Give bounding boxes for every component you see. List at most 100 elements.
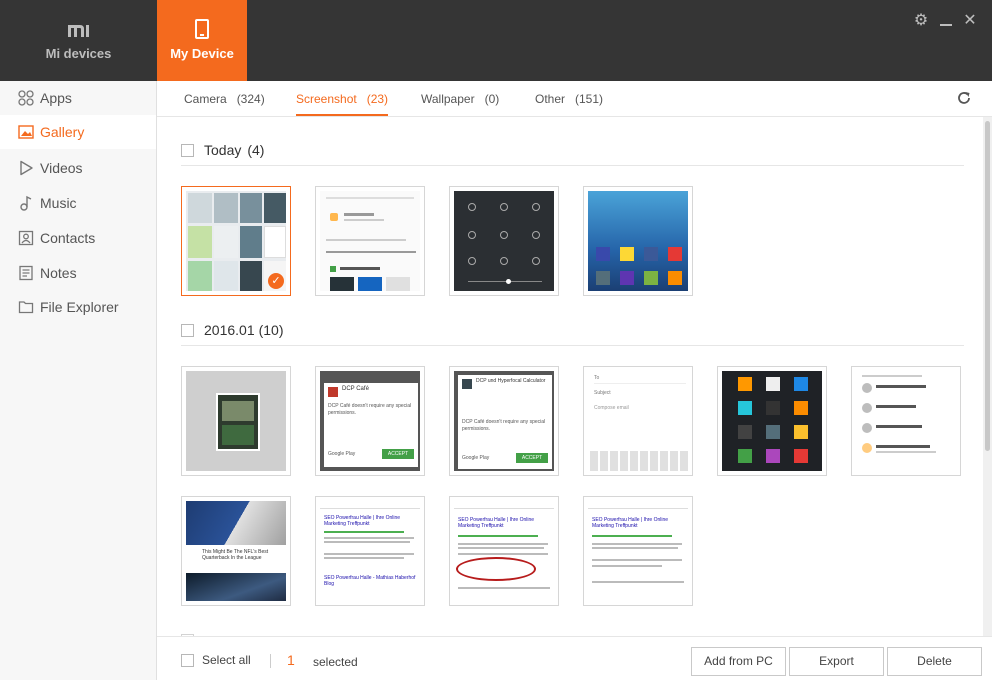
group-checkbox[interactable] <box>181 323 194 337</box>
sidebar-item-videos[interactable]: Videos <box>0 151 156 185</box>
export-button[interactable]: Export <box>789 647 884 676</box>
group-title: Today <box>204 142 242 158</box>
thumbnail-screenshot[interactable]: ✓ <box>181 186 291 296</box>
sidebar-item-file-explorer[interactable]: File Explorer <box>0 290 156 324</box>
thumb-text: SEO Powerfrau Halle | Ihre Online Market… <box>458 517 535 529</box>
top-bar: Mi devices My Device ⚙ ✕ <box>0 0 992 81</box>
thumbnail-screenshot[interactable]: To Subject Compose email <box>583 366 693 476</box>
thumbnail-screenshot[interactable]: DCP und Hyperfocal Calculator DCP Café d… <box>449 366 559 476</box>
selected-check-icon: ✓ <box>268 273 284 289</box>
scrollbar[interactable] <box>983 117 992 636</box>
thumbnail-screenshot[interactable] <box>181 366 291 476</box>
select-all[interactable]: Select all <box>181 653 251 667</box>
tab-camera[interactable]: Camera (324) <box>184 81 265 116</box>
screenshot-image: This Might Be The NFL's Best Quarterback… <box>186 501 286 601</box>
select-all-checkbox[interactable] <box>181 653 194 667</box>
phone-icon <box>195 19 209 39</box>
tab-my-device-label: My Device <box>170 46 234 61</box>
delete-button[interactable]: Delete <box>887 647 982 676</box>
selected-count: 1 <box>287 652 295 668</box>
screenshot-image <box>186 371 286 471</box>
divider <box>181 165 964 166</box>
thumbnail-screenshot[interactable] <box>583 186 693 296</box>
thumbnail-screenshot[interactable]: DCP Café DCP Café doesn't require any sp… <box>315 366 425 476</box>
refresh-icon[interactable] <box>956 90 972 106</box>
group-count: (10) <box>258 322 284 338</box>
sidebar-item-label: Music <box>40 195 77 211</box>
screenshot-image: DCP Café DCP Café doesn't require any sp… <box>320 371 420 471</box>
music-note-icon <box>18 195 34 211</box>
divider <box>270 654 271 668</box>
tab-screenshot[interactable]: Screenshot (23) <box>296 81 389 116</box>
sidebar-item-apps[interactable]: Apps <box>0 81 156 115</box>
screenshot-image: To Subject Compose email <box>588 371 688 471</box>
group-header-today: Today (4) <box>181 138 264 162</box>
thumb-text: Compose email <box>594 405 629 411</box>
selected-label: selected <box>313 655 358 669</box>
screenshot-image: SEO Powerfrau Halle | Ihre Online Market… <box>588 501 688 601</box>
thumb-text: To <box>594 375 600 381</box>
thumb-text: Google Play <box>328 451 356 457</box>
thumb-text: Google Play <box>462 455 490 461</box>
thumb-text: This Might Be The NFL's Best Quarterback… <box>202 549 269 561</box>
thumbnail-screenshot[interactable] <box>449 186 559 296</box>
tab-my-device[interactable]: My Device <box>157 0 247 81</box>
screenshot-image <box>320 191 420 291</box>
tab-label: Wallpaper <box>421 92 475 106</box>
sidebar-item-label: Apps <box>40 90 72 106</box>
thumb-text: DCP Café doesn't require any special per… <box>328 403 412 416</box>
sidebar-item-contacts[interactable]: Contacts <box>0 221 156 255</box>
screenshot-image <box>588 191 688 291</box>
screenshot-image: SEO Powerfrau Halle | Ihre Online Market… <box>320 501 420 601</box>
tab-count: (23) <box>366 92 389 106</box>
folder-icon <box>18 299 34 315</box>
close-icon[interactable]: ✕ <box>961 12 979 30</box>
select-all-label: Select all <box>202 653 251 667</box>
sidebar-item-label: Contacts <box>40 230 96 246</box>
sidebar-item-label: Videos <box>40 160 83 176</box>
bottom-bar: Select all 1 selected Add from PC Export… <box>157 636 992 680</box>
tab-mi-devices-label: Mi devices <box>45 46 112 61</box>
thumb-text: Subject <box>594 390 611 396</box>
thumb-text: ACCEPT <box>382 449 414 459</box>
group-header-2016-01: 2016.01 (10) <box>181 318 284 342</box>
sidebar: Apps Gallery Videos Music Contacts Notes <box>0 81 157 680</box>
thumbnail-screenshot[interactable] <box>315 186 425 296</box>
add-from-pc-button[interactable]: Add from PC <box>691 647 786 676</box>
thumb-text: SEO Powerfrau Halle | Ihre Online Market… <box>324 515 401 527</box>
thumbnail-screenshot[interactable]: SEO Powerfrau Halle | Ihre Online Market… <box>449 496 559 606</box>
filter-tabs: Camera (324) Screenshot (23) Wallpaper (0) … <box>157 81 992 117</box>
thumbnail-screenshot[interactable] <box>851 366 961 476</box>
group-count: (4) <box>247 142 265 158</box>
scrollbar-thumb[interactable] <box>985 121 990 451</box>
sidebar-item-music[interactable]: Music <box>0 186 156 220</box>
play-icon <box>18 160 34 176</box>
thumb-text: DCP Café <box>342 386 369 392</box>
tab-mi-devices[interactable]: Mi devices <box>0 0 157 81</box>
apps-icon <box>18 90 34 106</box>
thumb-text: SEO Powerfrau Halle | Ihre Online Market… <box>592 517 669 529</box>
screenshot-image <box>454 191 554 291</box>
gallery-icon <box>18 124 34 140</box>
mi-logo-icon <box>68 25 89 37</box>
thumbnail-screenshot[interactable] <box>717 366 827 476</box>
tab-count: (151) <box>575 92 604 106</box>
thumb-text: DCP und Hyperfocal Calculator <box>476 378 546 384</box>
contacts-icon <box>18 230 34 246</box>
tab-count: (324) <box>236 92 265 106</box>
tab-other[interactable]: Other (151) <box>535 81 603 116</box>
group-checkbox[interactable] <box>181 143 194 157</box>
thumbnail-screenshot[interactable]: SEO Powerfrau Halle | Ihre Online Market… <box>583 496 693 606</box>
screenshot-image <box>722 371 822 471</box>
sidebar-item-notes[interactable]: Notes <box>0 256 156 290</box>
divider <box>181 345 964 346</box>
thumbnail-screenshot[interactable]: SEO Powerfrau Halle | Ihre Online Market… <box>315 496 425 606</box>
thumbnail-screenshot[interactable]: This Might Be The NFL's Best Quarterback… <box>181 496 291 606</box>
tab-wallpaper[interactable]: Wallpaper (0) <box>421 81 499 116</box>
thumb-text: DCP Café doesn't require any special per… <box>462 419 546 432</box>
settings-gear-icon[interactable]: ⚙ <box>912 12 930 30</box>
minimize-icon[interactable] <box>937 12 955 30</box>
group-header-partial <box>181 628 204 636</box>
thumb-text: ACCEPT <box>516 453 548 463</box>
sidebar-item-gallery[interactable]: Gallery <box>0 115 156 149</box>
